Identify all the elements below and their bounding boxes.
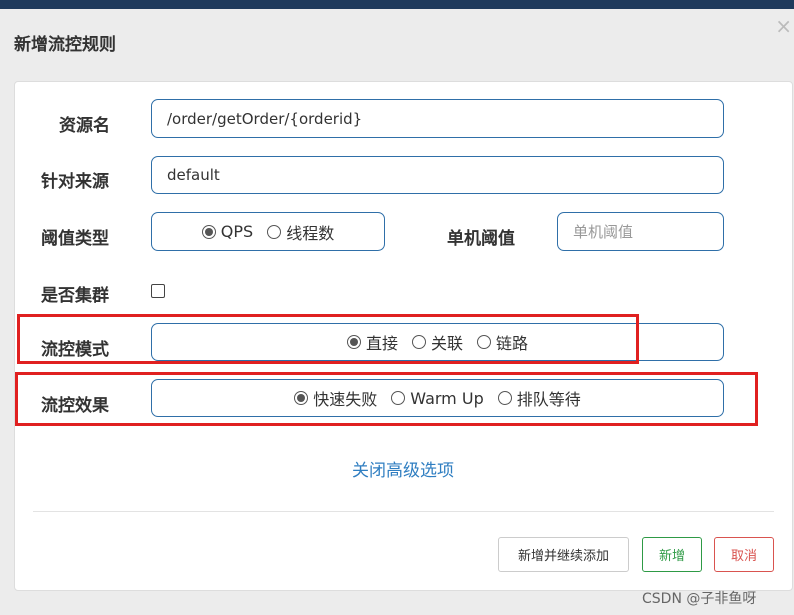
single-threshold-input[interactable]: 单机阈值 xyxy=(557,212,724,251)
threshold-type-label: 阈值类型 xyxy=(41,229,109,249)
threshold-type-option-threads[interactable]: 线程数 xyxy=(267,220,334,244)
header-bar xyxy=(0,0,794,9)
close-icon[interactable]: × xyxy=(775,16,792,36)
close-advanced-options-link[interactable]: 关闭高级选项 xyxy=(0,456,794,481)
cluster-label: 是否集群 xyxy=(41,286,109,306)
cancel-button[interactable]: 取消 xyxy=(714,537,774,572)
single-threshold-label: 单机阈值 xyxy=(447,229,515,249)
highlight-box-strategy xyxy=(17,314,639,364)
resource-input[interactable]: /order/getOrder/{orderid} xyxy=(151,99,724,138)
limit-app-input[interactable]: default xyxy=(151,156,724,194)
highlight-box-behavior xyxy=(15,372,758,426)
dialog-title: 新增流控规则 xyxy=(14,35,116,55)
radio-selected-icon xyxy=(201,224,216,239)
watermark: CSDN @子非鱼呀 xyxy=(642,591,757,607)
footer-divider xyxy=(33,511,774,512)
radio-unselected-icon xyxy=(267,224,282,239)
limit-app-label: 针对来源 xyxy=(41,172,109,192)
resource-label: 资源名 xyxy=(59,116,110,136)
threshold-type-option-qps[interactable]: QPS xyxy=(201,222,253,241)
threshold-type-radio-group: QPS 线程数 xyxy=(151,212,385,251)
cluster-checkbox[interactable] xyxy=(151,284,165,298)
add-button[interactable]: 新增 xyxy=(642,537,702,572)
save-and-continue-button[interactable]: 新增并继续添加 xyxy=(498,537,629,572)
